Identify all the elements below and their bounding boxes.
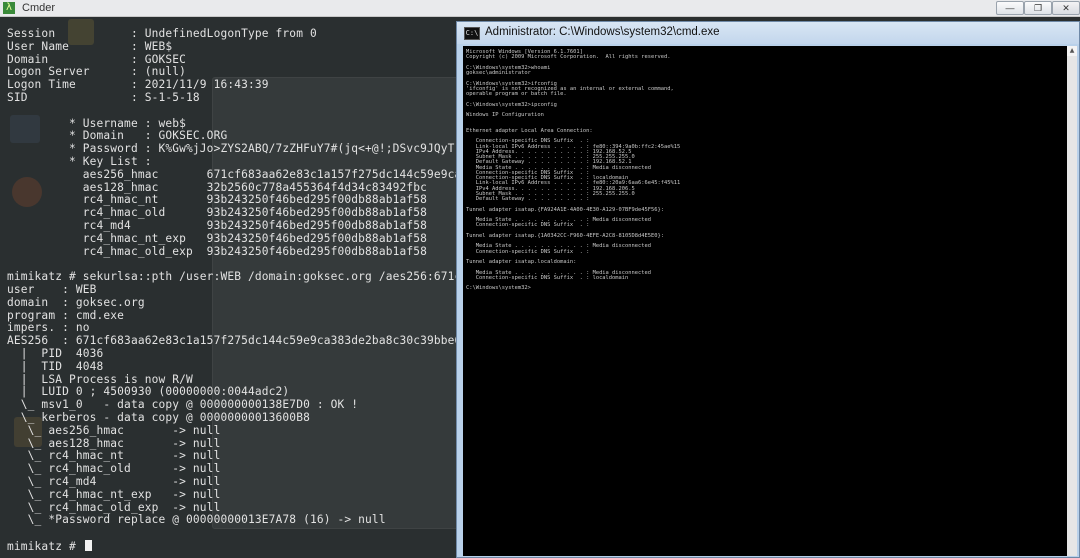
terminal-line: | PID 4036 (7, 347, 104, 360)
terminal-line: rc4_hmac_old_exp 93b243250f46bed295f00db… (7, 244, 428, 258)
console-line: Ethernet adapter Local Area Connection: (466, 127, 593, 134)
terminal-line: aes256_hmac 671cf683aa62e83c1a157f275dc1… (7, 167, 460, 181)
minimize-button[interactable]: — (996, 1, 1024, 15)
terminal-line: \_ rc4_md4 -> null (7, 475, 221, 488)
console-line: Tunnel adapter isatap.{FA924A1E-4A00-4E3… (466, 206, 664, 213)
console-line: Connection-specific DNS Suffix . : local… (466, 274, 629, 281)
cmder-titlebar[interactable]: λ Cmder — ❐ ✕ (0, 0, 1080, 17)
cmder-lambda-icon: λ (3, 2, 15, 14)
terminal-line: | TID 4048 (7, 359, 104, 373)
console-line: Connection-specific DNS Suffix . : (466, 222, 590, 229)
terminal-line: \_ rc4_hmac_nt_exp -> null (7, 487, 221, 501)
cmder-terminal[interactable]: Session : UndefinedLogonType from 0 User … (0, 17, 460, 558)
terminal-line: user : WEB (7, 283, 97, 296)
window-title: Administrator: C:\Windows\system32\cmd.e… (485, 26, 720, 38)
close-button[interactable]: ✕ (1052, 1, 1080, 15)
maximize-button[interactable]: ❐ (1024, 1, 1052, 15)
console-line: goksec\administrator (466, 70, 531, 76)
terminal-line: User Name : WEB$ (7, 39, 173, 53)
console-icon: C:\ (464, 27, 480, 40)
console-line: Windows IP Configuration (466, 112, 544, 118)
console-line: Copyright (c) 2009 Microsoft Corporation… (466, 54, 671, 61)
cmd-titlebar[interactable]: C:\ Administrator: C:\Windows\system32\c… (457, 22, 1079, 44)
terminal-line: \_ kerberos - data copy @ 00000000013600… (7, 411, 310, 424)
console-line: Tunnel adapter isatap.localdomain: (466, 259, 577, 265)
window-title: Cmder (22, 2, 56, 14)
console-line: C:\Windows\system32> (466, 285, 531, 292)
terminal-line: \_ *Password replace @ 00000000013E7A78 … (7, 513, 386, 527)
terminal-line: rc4_md4 93b243250f46bed295f00db88ab1af58 (7, 219, 428, 232)
text-cursor (84, 540, 92, 551)
terminal-line: SID : S-1-5-18 (7, 91, 200, 104)
terminal-line: domain : goksec.org (7, 295, 145, 309)
terminal-line: \_ aes256_hmac -> null (7, 423, 221, 437)
cmd-window[interactable]: C:\ Administrator: C:\Windows\system32\c… (456, 21, 1080, 558)
console-line: Connection-specific DNS Suffix . : (466, 248, 590, 255)
terminal-line: * Key List : (7, 155, 152, 168)
cmd-console[interactable]: Microsoft Windows [Version 6.1.7601] Copy… (463, 46, 1067, 556)
console-line: operable program or batch file. (466, 91, 567, 97)
console-line: Tunnel adapter isatap.{1A0342CC-F960-4EF… (466, 232, 664, 239)
console-line: Default Gateway . . . . . . . . . : (466, 196, 590, 202)
console-line: C:\Windows\system32>ipconfig (466, 101, 557, 108)
scrollbar[interactable]: ▲ (1067, 46, 1077, 556)
scroll-up-arrow-icon[interactable]: ▲ (1067, 46, 1077, 56)
terminal-line: rc4_hmac_nt_exp 93b243250f46bed295f00db8… (7, 231, 428, 245)
terminal-line: mimikatz # (7, 540, 92, 554)
terminal-line: Session : UndefinedLogonType from 0 (7, 27, 317, 40)
